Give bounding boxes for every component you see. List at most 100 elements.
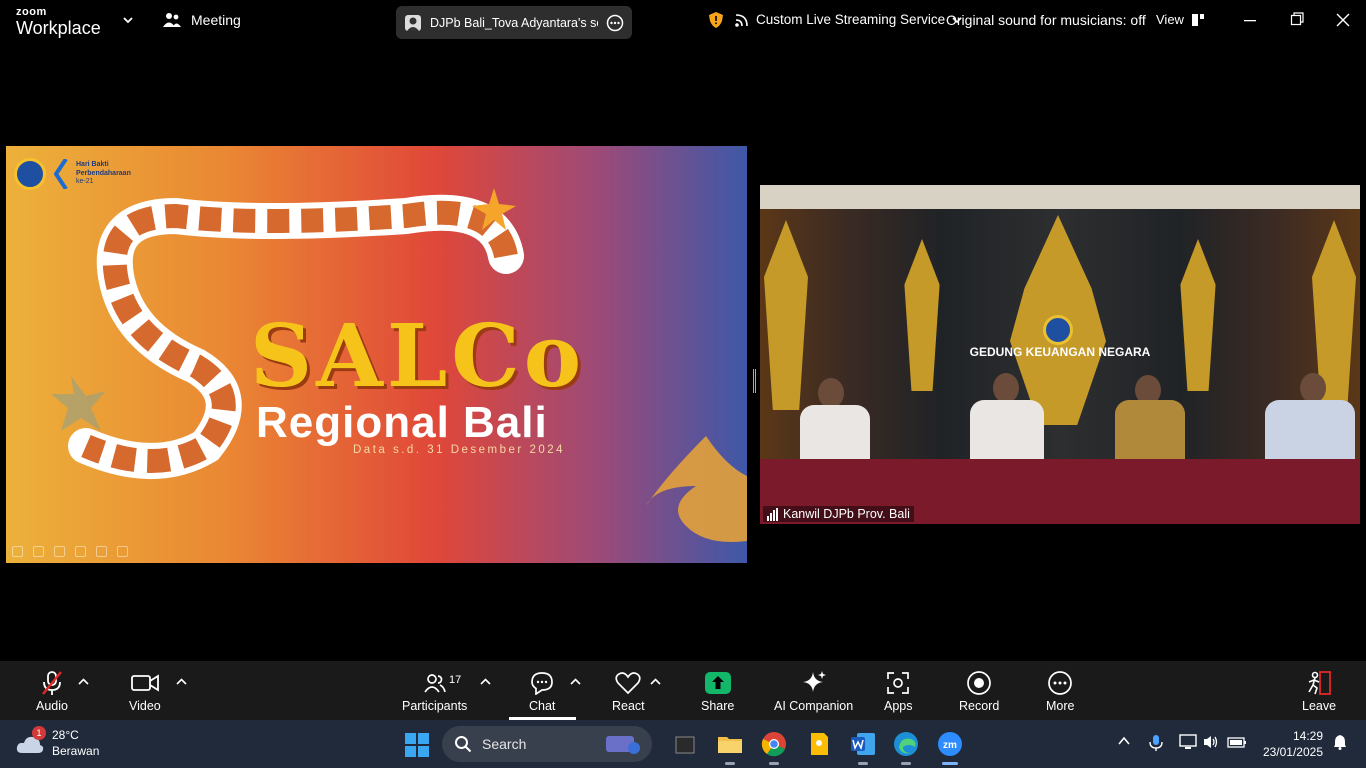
chat-button[interactable]: Chat bbox=[529, 669, 555, 713]
slide-title-text: SALCo bbox=[250, 306, 586, 407]
slide-more-icon[interactable] bbox=[117, 546, 128, 557]
meeting-menu[interactable]: Meeting bbox=[163, 12, 241, 28]
stream-label: Custom Live Streaming Service bbox=[756, 12, 946, 27]
audio-label: Audio bbox=[36, 699, 68, 713]
record-button[interactable]: Record bbox=[959, 669, 999, 713]
participant-video[interactable]: GEDUNG KEUANGAN NEGARA Kanwil DJPb Prov.… bbox=[760, 185, 1360, 524]
weather-condition: Berawan bbox=[52, 743, 100, 758]
audio-options-chevron-icon[interactable] bbox=[78, 678, 89, 686]
speaker-3 bbox=[1115, 400, 1185, 465]
live-stream-icon bbox=[735, 13, 748, 27]
chat-options-chevron-icon[interactable] bbox=[570, 678, 581, 686]
weather-notification-badge: 1 bbox=[32, 726, 46, 740]
volume-icon[interactable] bbox=[1203, 734, 1219, 750]
people-icon bbox=[423, 674, 446, 693]
taskbar-clock[interactable]: 14:29 23/01/2025 bbox=[1257, 729, 1323, 760]
clock-time: 14:29 bbox=[1292, 729, 1323, 743]
taskbar-app-edge[interactable] bbox=[893, 731, 919, 765]
title-bar: zoom Workplace Meeting DJPb Bali_Tova Ad… bbox=[0, 0, 1366, 44]
more-button[interactable]: More bbox=[1046, 669, 1074, 713]
microphone-icon[interactable] bbox=[1149, 734, 1163, 752]
split-view-handle[interactable] bbox=[753, 369, 756, 393]
zoom-logo: zoom Workplace bbox=[16, 6, 101, 38]
taskbar-app-keep[interactable] bbox=[806, 731, 832, 757]
audio-button[interactable]: Audio bbox=[36, 669, 68, 713]
video-button[interactable]: Video bbox=[129, 669, 161, 713]
notes-icon bbox=[811, 733, 828, 755]
windows-start-icon[interactable] bbox=[405, 733, 429, 757]
edge-icon bbox=[894, 732, 918, 756]
search-placeholder: Search bbox=[482, 736, 527, 752]
chevron-down-icon[interactable] bbox=[122, 15, 134, 25]
ministry-emblem-icon bbox=[1043, 315, 1073, 345]
chat-bubble-icon bbox=[531, 672, 554, 695]
taskbar-app-taskview[interactable] bbox=[672, 731, 698, 757]
clock-date: 23/01/2025 bbox=[1262, 744, 1323, 759]
react-button[interactable]: React bbox=[612, 669, 645, 713]
weather-text: 28°C Berawan bbox=[52, 728, 99, 759]
logo-line-2: Workplace bbox=[16, 18, 101, 38]
view-button[interactable]: View bbox=[1156, 12, 1204, 27]
screen-share-indicator[interactable]: DJPb Bali_Tova Adyantara's scree bbox=[396, 6, 632, 39]
slide-date-line: Data s.d. 31 Desember 2024 bbox=[353, 444, 566, 456]
react-label: React bbox=[612, 699, 645, 713]
sparkle-icon bbox=[802, 671, 826, 692]
weather-widget[interactable]: 1 28°C Berawan bbox=[16, 726, 99, 759]
react-options-chevron-icon[interactable] bbox=[650, 678, 661, 686]
share-button[interactable]: Share bbox=[701, 669, 734, 713]
view-label: View bbox=[1156, 12, 1184, 27]
slide-subtitle: Regional Bali bbox=[256, 398, 548, 447]
taskbar-app-explorer[interactable] bbox=[717, 731, 743, 765]
video-camera-icon bbox=[130, 674, 159, 692]
record-label: Record bbox=[959, 699, 1000, 713]
taskbar-app-word[interactable] bbox=[850, 731, 876, 765]
leave-button[interactable]: Leave bbox=[1302, 669, 1336, 713]
minimize-icon[interactable] bbox=[1243, 10, 1257, 30]
pen-icon[interactable] bbox=[54, 546, 65, 557]
leave-person-icon bbox=[1308, 671, 1331, 695]
speaker-1-head bbox=[818, 378, 844, 408]
slides-grid-icon[interactable] bbox=[75, 546, 86, 557]
video-label: Video bbox=[129, 699, 161, 713]
battery-icon[interactable] bbox=[1227, 734, 1247, 750]
leave-label: Leave bbox=[1302, 699, 1337, 713]
notification-bell-icon[interactable] bbox=[1333, 734, 1347, 750]
zoom-app-icon: zm bbox=[938, 732, 962, 756]
shared-screen-slide: Hari Bakti Perbendaharaan ke-21 SALCo Re… bbox=[6, 146, 747, 563]
taskbar-app-chrome[interactable] bbox=[761, 731, 787, 765]
participants-label: Participants bbox=[402, 699, 468, 713]
taskbar-app-zoom[interactable]: zm bbox=[937, 731, 963, 765]
people-icon bbox=[163, 13, 181, 27]
video-options-chevron-icon[interactable] bbox=[176, 678, 187, 686]
shield-icon[interactable] bbox=[709, 12, 723, 28]
slide-show-controls[interactable] bbox=[12, 546, 128, 557]
more-options-icon[interactable] bbox=[606, 14, 624, 32]
ai-companion-label: AI Companion bbox=[774, 699, 854, 713]
restore-icon[interactable] bbox=[1290, 10, 1304, 30]
next-slide-icon[interactable] bbox=[33, 546, 44, 557]
close-icon[interactable] bbox=[1336, 10, 1350, 30]
meeting-label: Meeting bbox=[191, 12, 241, 28]
taskbar-search[interactable]: Search bbox=[442, 726, 652, 762]
show-hidden-icons-chevron-icon[interactable] bbox=[1117, 734, 1131, 748]
windows-taskbar: 1 28°C Berawan Search zm 14:29 23/01/202… bbox=[0, 720, 1366, 768]
chrome-icon bbox=[761, 732, 786, 757]
zoom-icon[interactable] bbox=[96, 546, 107, 557]
network-icon[interactable] bbox=[1179, 734, 1197, 750]
more-label: More bbox=[1046, 699, 1075, 713]
share-arrow-icon bbox=[704, 672, 731, 694]
live-streaming-menu[interactable]: Custom Live Streaming Service bbox=[735, 12, 962, 27]
participants-options-chevron-icon[interactable] bbox=[480, 678, 491, 686]
original-sound-status[interactable]: Original sound for musicians: off bbox=[946, 12, 1146, 28]
running-indicator bbox=[725, 762, 735, 765]
microphone-muted-icon bbox=[42, 671, 62, 695]
prev-slide-icon[interactable] bbox=[12, 546, 23, 557]
ai-companion-button[interactable]: AI Companion bbox=[774, 669, 853, 713]
signal-strength-icon bbox=[767, 507, 778, 521]
share-label: Share bbox=[701, 699, 735, 713]
word-icon bbox=[851, 733, 875, 755]
speaker-4 bbox=[1265, 400, 1355, 465]
record-icon bbox=[967, 671, 991, 695]
apps-button[interactable]: Apps bbox=[884, 669, 913, 713]
logo-line-1: zoom bbox=[16, 6, 47, 18]
